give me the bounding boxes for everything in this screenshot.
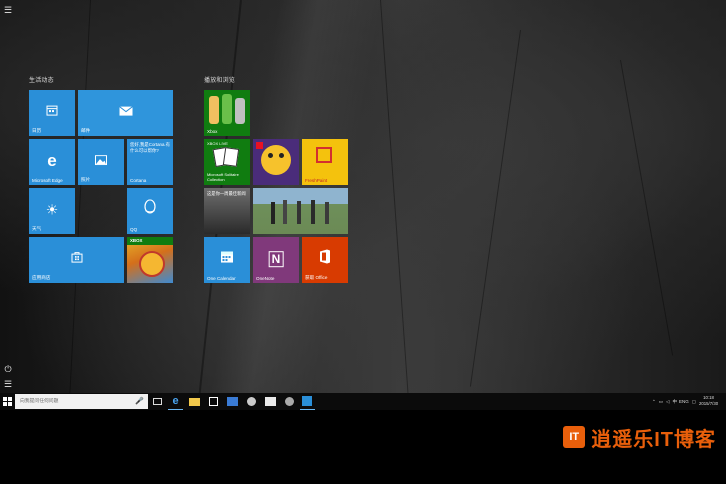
solitaire-badge: XBOX LIVE	[207, 141, 228, 146]
tile-freshpaint-label: FreshPaint	[305, 178, 328, 183]
tile-store-label: 应用商店	[32, 275, 51, 280]
office-icon	[319, 249, 331, 269]
tile-cortana[interactable]: 您好,我是Cortana.有什么可以帮你? Cortana	[127, 139, 173, 185]
watermark-text: 逍遥乐IT博客	[591, 428, 716, 451]
taskbar-app-icon-3[interactable]	[284, 396, 295, 407]
tray-chevron-up-icon[interactable]: ⌃	[652, 399, 656, 405]
task-view-button[interactable]	[150, 393, 164, 410]
taskbar-store-icon[interactable]	[208, 396, 219, 407]
calendar-icon	[46, 103, 58, 121]
xbox-game-badge: XBOX	[130, 238, 143, 243]
taskbar-file-explorer-icon[interactable]	[189, 396, 200, 407]
tile-weather[interactable]: ☀ 天气	[29, 188, 75, 234]
mail-icon	[118, 103, 133, 121]
photos-icon	[95, 152, 107, 170]
hamburger-menu-icon[interactable]: ☰	[3, 5, 13, 15]
tile-calendar-label: 日历	[32, 128, 42, 133]
tile-onenote-label: OneNote	[256, 276, 275, 281]
keyboard-layout[interactable]: ENG	[679, 399, 689, 404]
search-placeholder: 向我提问任何问题	[20, 399, 59, 404]
taskbar-app-icon-4[interactable]	[300, 396, 315, 410]
start-left-rail: ☰ ⏻ ☰	[0, 0, 16, 410]
tile-mail-label: 邮件	[81, 128, 91, 133]
clock[interactable]: 10:18 2015/7/30	[699, 395, 718, 407]
store-icon	[71, 250, 83, 268]
tile-solitaire-label: Microsoft Solitaire Collection	[207, 172, 239, 183]
system-tray: ⌃ ▭ ◁ 中 ENG ▢	[652, 393, 699, 410]
tile-edge[interactable]: e Microsoft Edge	[29, 139, 75, 185]
tile-qq[interactable]: QQ	[127, 188, 173, 234]
taskbar-app-icon-1[interactable]	[227, 396, 238, 407]
notification-icon[interactable]: ▢	[692, 399, 696, 405]
tile-mail[interactable]: 邮件	[78, 90, 173, 136]
tile-onenote[interactable]: N OneNote	[253, 237, 299, 283]
watermark: IT 逍遥乐IT博客	[563, 424, 716, 451]
watermark-logo: IT	[563, 426, 586, 448]
tile-xbox[interactable]: Xbox	[204, 90, 250, 136]
desktop-wallpaper	[0, 0, 726, 410]
edge-icon: e	[47, 151, 57, 170]
clock-date: 2015/7/30	[699, 400, 719, 406]
candy-character-art	[261, 145, 291, 175]
onenote-icon: N	[268, 251, 284, 268]
tile-people-photo[interactable]	[253, 188, 348, 234]
tile-candy-game[interactable]	[253, 139, 299, 185]
task-view-icon	[152, 398, 162, 405]
tile-photos-label: 照片	[81, 177, 91, 182]
taskbar-photos-icon[interactable]	[265, 396, 276, 407]
taskbar: 向我提问任何问题 🎤 e ⌃ ▭ ◁ 中 ENG ▢ 10:18 2015/7/…	[0, 393, 726, 410]
power-icon[interactable]: ⏻	[3, 364, 13, 374]
tile-photos[interactable]: 照片	[78, 139, 124, 185]
tile-calendar[interactable]: 日历	[29, 90, 75, 136]
cortana-greeting: 您好,我是Cortana.有什么可以帮你?	[130, 142, 171, 153]
all-apps-icon[interactable]: ☰	[3, 379, 13, 389]
tile-freshpaint[interactable]: FreshPaint	[302, 139, 348, 185]
game-character-art	[139, 251, 165, 277]
tile-weather-label: 天气	[32, 226, 42, 231]
start-button[interactable]	[0, 393, 15, 410]
red-icon	[256, 142, 263, 149]
weather-sun-icon: ☀	[45, 201, 59, 218]
windows-logo-icon	[3, 397, 12, 406]
network-icon[interactable]: ▭	[659, 399, 663, 405]
taskbar-edge-icon[interactable]: e	[168, 396, 183, 410]
tile-office[interactable]: 获取 Office	[302, 237, 348, 283]
microphone-icon[interactable]: 🎤	[135, 394, 144, 409]
tile-xbox-game[interactable]: XBOX	[127, 237, 173, 283]
qq-penguin-icon	[143, 199, 157, 220]
input-lang[interactable]: 中	[673, 399, 678, 405]
tile-office-label: 获取 Office	[305, 275, 328, 280]
tile-xbox-label: Xbox	[207, 129, 218, 134]
one-calendar-icon	[220, 250, 234, 269]
group-title-life: 生活动态	[29, 78, 54, 84]
volume-icon[interactable]: ◁	[666, 399, 669, 405]
search-box[interactable]: 向我提问任何问题 🎤	[15, 394, 148, 409]
tile-solitaire[interactable]: XBOX LIVE Microsoft Solitaire Collection	[204, 139, 250, 185]
tile-news[interactable]: 这是你一周最佳新闻	[204, 188, 250, 234]
tile-edge-label: Microsoft Edge	[32, 178, 63, 183]
tile-one-calendar[interactable]: One Calendar	[204, 237, 250, 283]
tile-one-calendar-label: One Calendar	[207, 276, 236, 281]
group-title-play: 播放和浏览	[204, 78, 236, 84]
taskbar-app-icon-2[interactable]	[246, 396, 257, 407]
news-headline: 这是你一周最佳新闻	[207, 191, 246, 196]
tile-cortana-label: Cortana	[130, 178, 147, 183]
tile-store[interactable]: 应用商店	[29, 237, 124, 283]
tile-qq-label: QQ	[130, 227, 138, 232]
freshpaint-frame-icon	[316, 147, 332, 163]
